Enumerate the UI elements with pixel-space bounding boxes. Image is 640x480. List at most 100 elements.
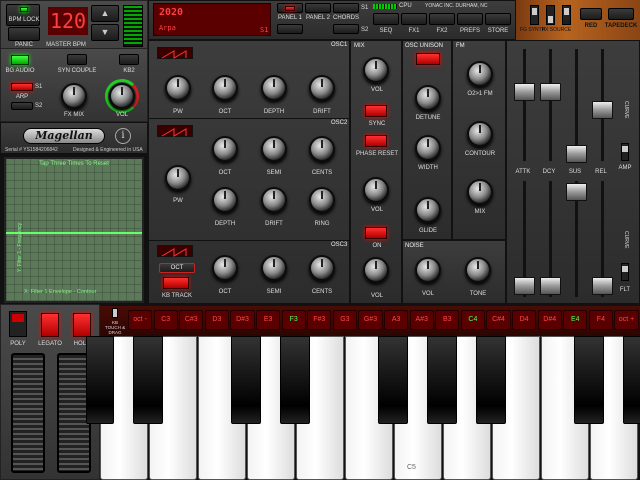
tab-fx2[interactable] xyxy=(429,13,455,25)
osc2-depth-knob[interactable] xyxy=(212,187,238,213)
phase-reset-button[interactable] xyxy=(365,135,387,147)
unison-button[interactable] xyxy=(416,53,440,65)
arp-s1-button[interactable] xyxy=(11,83,33,91)
note-button[interactable]: D3 xyxy=(204,310,229,330)
detune-knob[interactable] xyxy=(415,85,441,111)
bpm-down-button[interactable]: ▼ xyxy=(91,24,119,41)
black-key[interactable] xyxy=(623,336,640,424)
flt-attack-fader[interactable] xyxy=(514,277,535,295)
kb2-button[interactable] xyxy=(119,54,139,65)
fm-mix-knob[interactable] xyxy=(467,179,493,205)
note-button[interactable]: B3 xyxy=(435,310,460,330)
mix-vol2-knob[interactable] xyxy=(363,177,389,203)
note-button[interactable]: C#4 xyxy=(486,310,511,330)
black-key[interactable] xyxy=(231,336,261,424)
poly-switch[interactable] xyxy=(9,311,27,337)
black-key[interactable] xyxy=(427,336,457,424)
mix-vol3-knob[interactable] xyxy=(363,257,389,283)
flt-curve-switch[interactable] xyxy=(621,263,629,281)
syn-couple-button[interactable] xyxy=(67,54,87,65)
bpm-up-button[interactable]: ▲ xyxy=(91,5,119,22)
flt-decay-fader[interactable] xyxy=(540,277,561,295)
osc3-oct-button[interactable]: OCT xyxy=(159,263,195,273)
width-knob[interactable] xyxy=(415,135,441,161)
osc2-pw-knob[interactable] xyxy=(165,165,191,191)
contour-knob[interactable] xyxy=(467,121,493,147)
fx-mix-knob[interactable] xyxy=(61,83,87,109)
o2o1-fm-knob[interactable] xyxy=(467,61,493,87)
note-button[interactable]: C#3 xyxy=(179,310,204,330)
noise-tone-knob[interactable] xyxy=(465,257,491,283)
chord-s1-button[interactable] xyxy=(277,24,303,34)
pitch-wheel[interactable] xyxy=(11,353,45,473)
kb-touch-toggle[interactable]: KB TOUCH & DRAG xyxy=(104,308,126,336)
panic-button[interactable] xyxy=(8,27,40,41)
note-button[interactable]: A#3 xyxy=(409,310,434,330)
master-vol-knob[interactable] xyxy=(109,83,135,109)
black-key[interactable] xyxy=(476,336,506,424)
fx-source-switch[interactable] xyxy=(546,5,555,25)
osc1-oct-knob[interactable] xyxy=(212,75,238,101)
note-button[interactable]: G#3 xyxy=(358,310,383,330)
sync-button[interactable] xyxy=(365,105,387,117)
osc2-ring-knob[interactable] xyxy=(309,187,335,213)
tab-store[interactable] xyxy=(485,13,511,25)
black-key[interactable] xyxy=(280,336,310,424)
chords-button[interactable] xyxy=(333,3,359,13)
tab-prefs[interactable] xyxy=(457,13,483,25)
black-key[interactable] xyxy=(378,336,408,424)
bg-audio-button[interactable] xyxy=(11,55,29,65)
osc3-wave-button[interactable] xyxy=(157,245,193,257)
black-key[interactable] xyxy=(574,336,604,424)
info-icon[interactable]: i xyxy=(115,128,131,144)
note-button[interactable]: E4 xyxy=(563,310,588,330)
fg-synth-switch[interactable] xyxy=(530,5,539,25)
note-button[interactable]: D#3 xyxy=(230,310,255,330)
black-key[interactable] xyxy=(133,336,163,424)
osc3-semi-knob[interactable] xyxy=(261,255,287,281)
amp-release-fader[interactable] xyxy=(592,101,613,119)
note-button[interactable]: F3 xyxy=(281,310,306,330)
amp-curve-switch[interactable] xyxy=(621,143,629,161)
osc1-wave-button[interactable] xyxy=(157,47,193,59)
hold-button[interactable] xyxy=(73,313,91,337)
note-button[interactable]: D4 xyxy=(512,310,537,330)
flt-release-fader[interactable] xyxy=(592,277,613,295)
arp-s2-button[interactable] xyxy=(11,102,33,110)
tab-seq[interactable] xyxy=(373,13,399,25)
osc2-oct-knob[interactable] xyxy=(212,136,238,162)
osc3-on-button[interactable] xyxy=(365,227,387,239)
note-button[interactable]: A3 xyxy=(384,310,409,330)
amp-decay-fader[interactable] xyxy=(540,83,561,101)
bpm-lock-button[interactable]: BPM LOCK xyxy=(6,4,40,26)
kb-track-button[interactable] xyxy=(163,277,189,289)
legato-button[interactable] xyxy=(41,313,59,337)
note-button[interactable]: C4 xyxy=(460,310,485,330)
mix-vol1-knob[interactable] xyxy=(363,57,389,83)
note-button[interactable]: E3 xyxy=(256,310,281,330)
osc1-depth-knob[interactable] xyxy=(261,75,287,101)
panel1-button[interactable] xyxy=(277,3,303,13)
note-button[interactable]: G3 xyxy=(332,310,357,330)
osc2-wave-button[interactable] xyxy=(157,125,193,137)
black-key[interactable] xyxy=(86,336,114,424)
note-button[interactable]: F#3 xyxy=(307,310,332,330)
osc2-cents-knob[interactable] xyxy=(309,136,335,162)
osc3-oct-knob[interactable] xyxy=(212,255,238,281)
tab-fx1[interactable] xyxy=(401,13,427,25)
glide-knob[interactable] xyxy=(415,197,441,223)
note-button[interactable]: C3 xyxy=(153,310,178,330)
osc1-drift-knob[interactable] xyxy=(309,75,335,101)
note-button[interactable]: oct + xyxy=(614,310,639,330)
note-button[interactable]: F4 xyxy=(588,310,613,330)
osc2-semi-knob[interactable] xyxy=(261,136,287,162)
noise-vol-knob[interactable] xyxy=(415,257,441,283)
chord-s2-button[interactable] xyxy=(333,24,359,34)
panel2-button[interactable] xyxy=(305,3,331,13)
osc2-drift-knob[interactable] xyxy=(261,187,287,213)
tapedeck-button[interactable] xyxy=(608,8,634,20)
osc3-cents-knob[interactable] xyxy=(309,255,335,281)
xy-pad[interactable]: Tap Three Times To Reset Y: Filter 1 - F… xyxy=(4,157,144,303)
red-button[interactable] xyxy=(580,8,602,20)
note-button[interactable]: D#4 xyxy=(537,310,562,330)
